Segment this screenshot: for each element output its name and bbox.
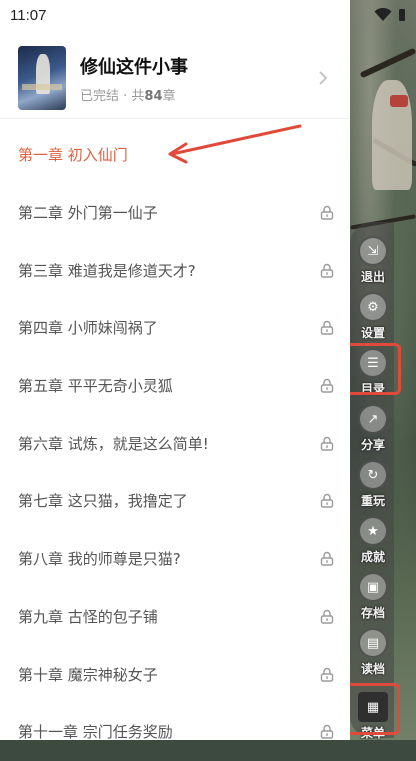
lock-icon — [320, 205, 334, 220]
achievement-icon: ★ — [358, 516, 388, 546]
chapter-item[interactable]: 第五章 平平无奇小灵狐 — [0, 357, 350, 415]
annotation-arrow — [168, 124, 302, 164]
chapter-item[interactable]: 第二章 外门第一仙子 — [0, 184, 350, 242]
chapter-item[interactable]: 第四章 小师妹闯祸了 — [0, 299, 350, 357]
side-menu-settings[interactable]: ⚙ 设置 — [356, 290, 390, 342]
chapter-drawer: 修仙这件小事 已完结 · 共84章 第一章 初入仙门第二章 外门第一仙子第三章 … — [0, 0, 350, 741]
chapter-item[interactable]: 第六章 试炼，就是这么简单! — [0, 414, 350, 472]
lock-icon — [320, 378, 334, 393]
chevron-right-icon — [319, 71, 328, 85]
chapter-title: 第四章 小师妹闯祸了 — [18, 319, 158, 338]
save-icon: ▣ — [358, 572, 388, 602]
load-icon: ▤ — [358, 628, 388, 658]
side-menu-save[interactable]: ▣ 存档 — [356, 570, 390, 622]
side-menu-load[interactable]: ▤ 读档 — [356, 626, 390, 678]
wifi-icon — [374, 8, 392, 21]
status-time: 11:07 — [10, 6, 47, 24]
lock-icon — [320, 667, 334, 682]
book-title: 修仙这件小事 — [80, 56, 188, 78]
side-menu-exit[interactable]: ⇲ 退出 — [356, 234, 390, 286]
chapter-item[interactable]: 第九章 古怪的包子铺 — [0, 588, 350, 646]
lock-icon — [320, 552, 334, 566]
book-header[interactable]: 修仙这件小事 已完结 · 共84章 — [0, 40, 350, 116]
chapter-title: 第九章 古怪的包子铺 — [18, 607, 158, 626]
book-cover-image — [18, 46, 66, 110]
gear-icon: ⚙ — [358, 292, 388, 322]
chapter-item[interactable]: 第十章 魔宗神秘女子 — [0, 645, 350, 703]
status-bar: 11:07 — [0, 0, 416, 30]
lock-icon — [320, 725, 334, 739]
lock-icon — [320, 609, 334, 624]
side-menu-replay[interactable]: ↻ 重玩 — [356, 458, 390, 510]
lock-icon — [320, 321, 334, 336]
chapter-item[interactable]: 第八章 我的师尊是只猫? — [0, 530, 350, 588]
chapter-title: 第十章 魔宗神秘女子 — [18, 665, 158, 684]
chapter-title: 第一章 初入仙门 — [18, 146, 128, 165]
lock-icon — [320, 263, 334, 278]
book-status: 已完结 · 共84章 — [80, 88, 176, 104]
exit-icon: ⇲ — [358, 236, 388, 266]
chapter-title: 第三章 难道我是修道天才? — [18, 261, 196, 280]
chapter-title: 第六章 试炼，就是这么简单! — [18, 434, 209, 453]
chapter-title: 第五章 平平无奇小灵狐 — [18, 377, 173, 396]
replay-icon: ↻ — [358, 460, 388, 490]
share-icon: ↗ — [358, 404, 388, 434]
chapter-title: 第二章 外门第一仙子 — [18, 204, 158, 223]
side-menu-achievement[interactable]: ★ 成就 — [356, 514, 390, 566]
chapter-item[interactable]: 第七章 这只猫，我撸定了 — [0, 472, 350, 530]
chapter-item[interactable]: 第三章 难道我是修道天才? — [0, 241, 350, 299]
chapter-title: 第十一章 宗门任务奖励 — [18, 723, 173, 742]
highlight-catalog-box — [343, 343, 401, 395]
chapter-item[interactable]: 第十一章 宗门任务奖励 — [0, 703, 350, 761]
lock-icon — [320, 436, 334, 451]
lock-icon — [320, 494, 334, 509]
battery-icon — [399, 9, 405, 21]
side-menu-share[interactable]: ↗ 分享 — [356, 402, 390, 454]
chapter-list: 第一章 初入仙门第二章 外门第一仙子第三章 难道我是修道天才? 第四章 小师妹闯祸… — [0, 126, 350, 761]
chapter-title: 第八章 我的师尊是只猫? — [18, 550, 181, 569]
chapter-title: 第七章 这只猫，我撸定了 — [18, 492, 188, 511]
